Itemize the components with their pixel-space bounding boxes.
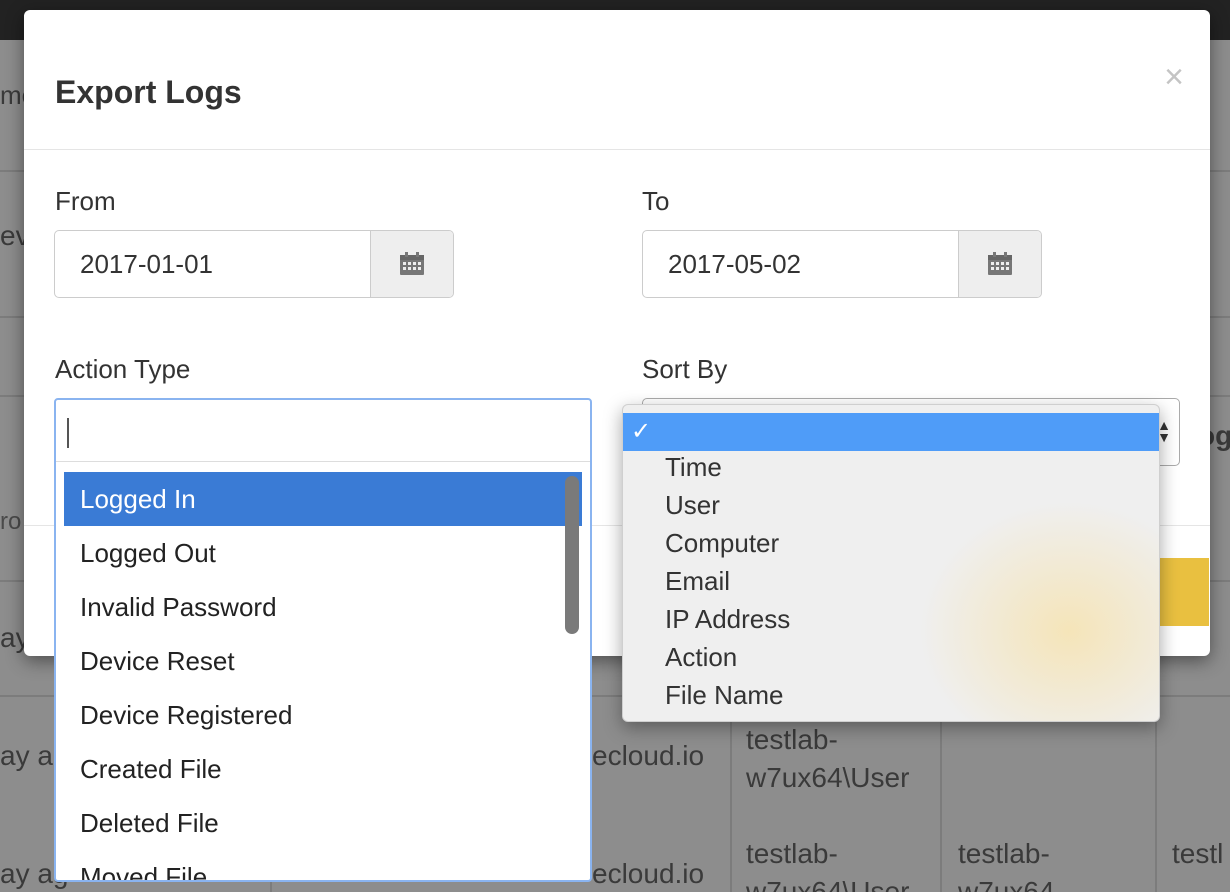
calendar-icon (400, 252, 424, 275)
bg-text: testlab- (746, 724, 838, 755)
action-type-search-input[interactable] (56, 400, 590, 462)
check-icon: ✓ (631, 418, 652, 445)
sort-by-label: Sort By (642, 354, 728, 384)
sort-option-computer[interactable]: Computer (623, 524, 1159, 562)
action-list-scrollbar[interactable] (565, 476, 579, 634)
to-date-input[interactable]: 2017-05-02 (643, 231, 959, 297)
action-option-device-registered[interactable]: Device Registered (64, 688, 582, 742)
sort-option-email[interactable]: Email (623, 562, 1159, 600)
action-option-logged-in[interactable]: Logged In (64, 472, 582, 526)
bg-divider (730, 695, 732, 892)
action-option-deleted-file[interactable]: Deleted File (64, 796, 582, 850)
sort-by-dropdown-popup: ✓ Time User Computer Email IP Address Ac… (622, 404, 1160, 722)
to-label: To (642, 186, 670, 216)
bg-text: ro (0, 508, 22, 535)
action-type-select[interactable]: Logged In Logged Out Invalid Password De… (54, 398, 592, 882)
action-option-logged-out[interactable]: Logged Out (64, 526, 582, 580)
from-date-input[interactable]: 2017-01-01 (55, 231, 371, 297)
action-type-options: Logged In Logged Out Invalid Password De… (64, 472, 582, 880)
bg-text: ecloud.io (592, 740, 705, 771)
modal-title: Export Logs (55, 74, 242, 110)
bg-text: testlab- (746, 838, 838, 869)
to-date-group: 2017-05-02 (642, 230, 1042, 298)
bg-divider (940, 695, 942, 892)
sort-option-empty[interactable]: ✓ (623, 413, 1159, 451)
action-option-created-file[interactable]: Created File (64, 742, 582, 796)
text-caret (67, 418, 69, 448)
modal-header: Export Logs × (24, 10, 1210, 150)
from-calendar-button[interactable] (370, 231, 453, 297)
action-option-moved-file[interactable]: Moved File (64, 850, 582, 880)
from-date-group: 2017-01-01 (54, 230, 454, 298)
bg-text: ecloud.io (592, 858, 705, 889)
bg-text: w7ux64 (958, 876, 1055, 892)
bg-text: w7ux64\User (746, 876, 910, 892)
bg-text: w7ux64\User (746, 762, 910, 793)
calendar-icon (988, 252, 1012, 275)
bg-text: testl (1172, 838, 1224, 869)
bg-divider (1155, 695, 1157, 892)
sort-option-user[interactable]: User (623, 486, 1159, 524)
to-calendar-button[interactable] (958, 231, 1041, 297)
sort-option-file-name[interactable]: File Name (623, 676, 1159, 714)
sort-option-action[interactable]: Action (623, 638, 1159, 676)
from-label: From (55, 186, 116, 216)
bg-text: testlab- (958, 838, 1050, 869)
action-option-invalid-password[interactable]: Invalid Password (64, 580, 582, 634)
action-type-label: Action Type (55, 354, 191, 384)
close-icon[interactable]: × (1164, 60, 1184, 94)
action-option-device-reset[interactable]: Device Reset (64, 634, 582, 688)
sort-option-time[interactable]: Time (623, 448, 1159, 486)
sort-option-ip-address[interactable]: IP Address (623, 600, 1159, 638)
